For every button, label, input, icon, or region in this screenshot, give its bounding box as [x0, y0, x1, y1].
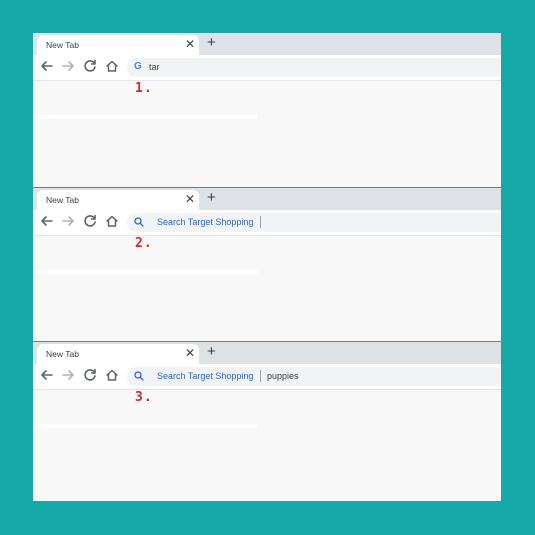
step-number: 2. [135, 236, 153, 251]
address-bar[interactable]: Search Target Shopping [127, 213, 501, 232]
new-tab-plus-icon[interactable]: + [207, 35, 216, 51]
tab-strip: New Tab ✕ + [33, 33, 501, 55]
reload-icon[interactable] [82, 58, 98, 74]
reload-icon[interactable] [82, 213, 98, 229]
new-tab-plus-icon[interactable]: + [207, 190, 216, 206]
step-number: 3. [135, 390, 153, 405]
back-arrow-icon[interactable] [39, 367, 55, 383]
address-bar[interactable]: G tar [127, 58, 501, 77]
close-icon[interactable]: ✕ [185, 37, 195, 51]
tab-strip: New Tab ✕ + [33, 342, 501, 364]
forward-arrow-icon[interactable] [60, 367, 76, 383]
back-arrow-icon[interactable] [39, 58, 55, 74]
tab-new-tab[interactable]: New Tab ✕ [37, 35, 199, 55]
tab-title: New Tab [46, 195, 79, 205]
keyword-separator [260, 370, 261, 382]
step-number: 1. [135, 81, 153, 96]
back-arrow-icon[interactable] [39, 213, 55, 229]
address-bar-text: tar [149, 62, 160, 72]
tab-strip: New Tab ✕ + [33, 188, 501, 210]
new-tab-plus-icon[interactable]: + [207, 344, 216, 360]
search-keyword-chip: Search Target Shopping [157, 371, 254, 381]
step-panel-2: New Tab ✕ + Search Target Shopping 2. [33, 187, 501, 341]
tab-new-tab[interactable]: New Tab ✕ [37, 190, 199, 210]
address-bar[interactable]: Search Target Shopping puppies [127, 367, 501, 386]
tutorial-card: New Tab ✕ + G tar 1. New Tab ✕ + Search … [33, 33, 501, 501]
placeholder-line [33, 115, 257, 119]
step-panel-3: New Tab ✕ + Search Target Shopping puppi… [33, 341, 501, 501]
browser-toolbar: Search Target Shopping [33, 210, 501, 236]
text-cursor [260, 216, 261, 228]
tab-new-tab[interactable]: New Tab ✕ [37, 344, 199, 364]
home-icon[interactable] [104, 213, 120, 229]
search-icon [133, 216, 145, 228]
reload-icon[interactable] [82, 367, 98, 383]
search-keyword-chip: Search Target Shopping [157, 217, 254, 227]
browser-toolbar: G tar [33, 55, 501, 81]
tab-title: New Tab [46, 40, 79, 50]
close-icon[interactable]: ✕ [185, 192, 195, 206]
search-query-text[interactable]: puppies [267, 371, 299, 381]
tab-title: New Tab [46, 349, 79, 359]
forward-arrow-icon[interactable] [60, 213, 76, 229]
home-icon[interactable] [104, 58, 120, 74]
forward-arrow-icon[interactable] [60, 58, 76, 74]
step-panel-1: New Tab ✕ + G tar 1. [33, 33, 501, 187]
placeholder-line [33, 424, 257, 428]
search-icon [133, 370, 145, 382]
placeholder-line [33, 270, 257, 274]
close-icon[interactable]: ✕ [185, 346, 195, 360]
home-icon[interactable] [104, 367, 120, 383]
google-g-icon: G [134, 61, 142, 72]
browser-toolbar: Search Target Shopping puppies [33, 364, 501, 390]
